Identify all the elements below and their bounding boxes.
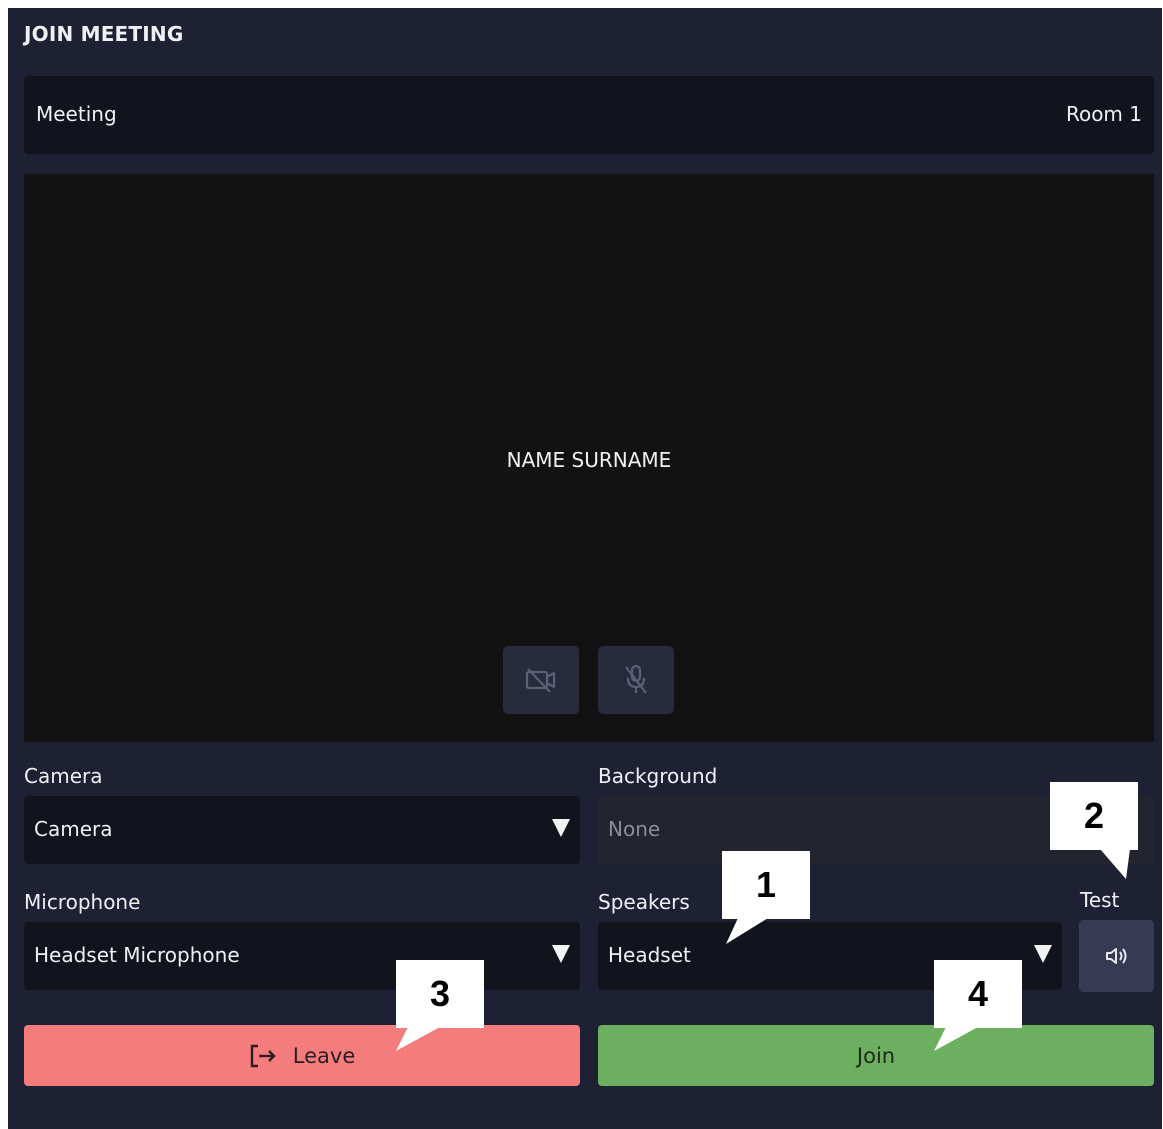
microphone-label: Microphone <box>24 890 141 914</box>
microphone-toggle-button[interactable] <box>598 646 674 714</box>
callout-3: 3 <box>396 960 484 1028</box>
background-select-value: None <box>608 817 661 841</box>
participant-name: NAME SURNAME <box>506 448 672 472</box>
callout-2-pointer <box>1100 849 1130 879</box>
meeting-info-bar: Meeting Room 1 <box>24 76 1154 154</box>
speakers-label: Speakers <box>598 890 690 914</box>
speakers-select-value: Headset <box>608 943 691 967</box>
meeting-room-value: Room 1 <box>1065 102 1142 126</box>
callout-4-pointer <box>934 1027 978 1051</box>
microphone-select[interactable]: Headset Microphone <box>24 922 580 990</box>
meeting-label: Meeting <box>36 102 117 126</box>
chevron-down-icon <box>552 819 570 837</box>
chevron-down-icon <box>1034 945 1052 963</box>
callout-3-pointer <box>396 1027 440 1051</box>
callout-1: 1 <box>722 851 810 919</box>
video-preview: NAME SURNAME <box>24 174 1154 742</box>
leave-button-label: Leave <box>292 1043 356 1068</box>
callout-1-pointer <box>726 918 768 944</box>
chevron-down-icon <box>552 945 570 963</box>
camera-label: Camera <box>24 764 103 788</box>
mic-off-icon <box>625 664 647 694</box>
test-label: Test <box>1080 888 1120 912</box>
test-speakers-button[interactable] <box>1079 920 1154 992</box>
callout-2: 2 <box>1050 782 1138 850</box>
leave-button[interactable]: Leave <box>24 1025 580 1086</box>
callout-4: 4 <box>934 960 1022 1028</box>
camera-toggle-button[interactable] <box>503 646 579 714</box>
join-button-label: Join <box>856 1043 896 1068</box>
join-button[interactable]: Join <box>598 1025 1154 1086</box>
page-title: JOIN MEETING <box>24 22 184 46</box>
speaker-icon <box>1105 948 1126 964</box>
microphone-select-value: Headset Microphone <box>34 943 240 967</box>
camera-off-icon <box>525 668 556 693</box>
camera-select-value: Camera <box>34 817 113 841</box>
background-label: Background <box>598 764 718 788</box>
sign-out-icon <box>249 1044 279 1068</box>
camera-select[interactable]: Camera <box>24 796 580 864</box>
